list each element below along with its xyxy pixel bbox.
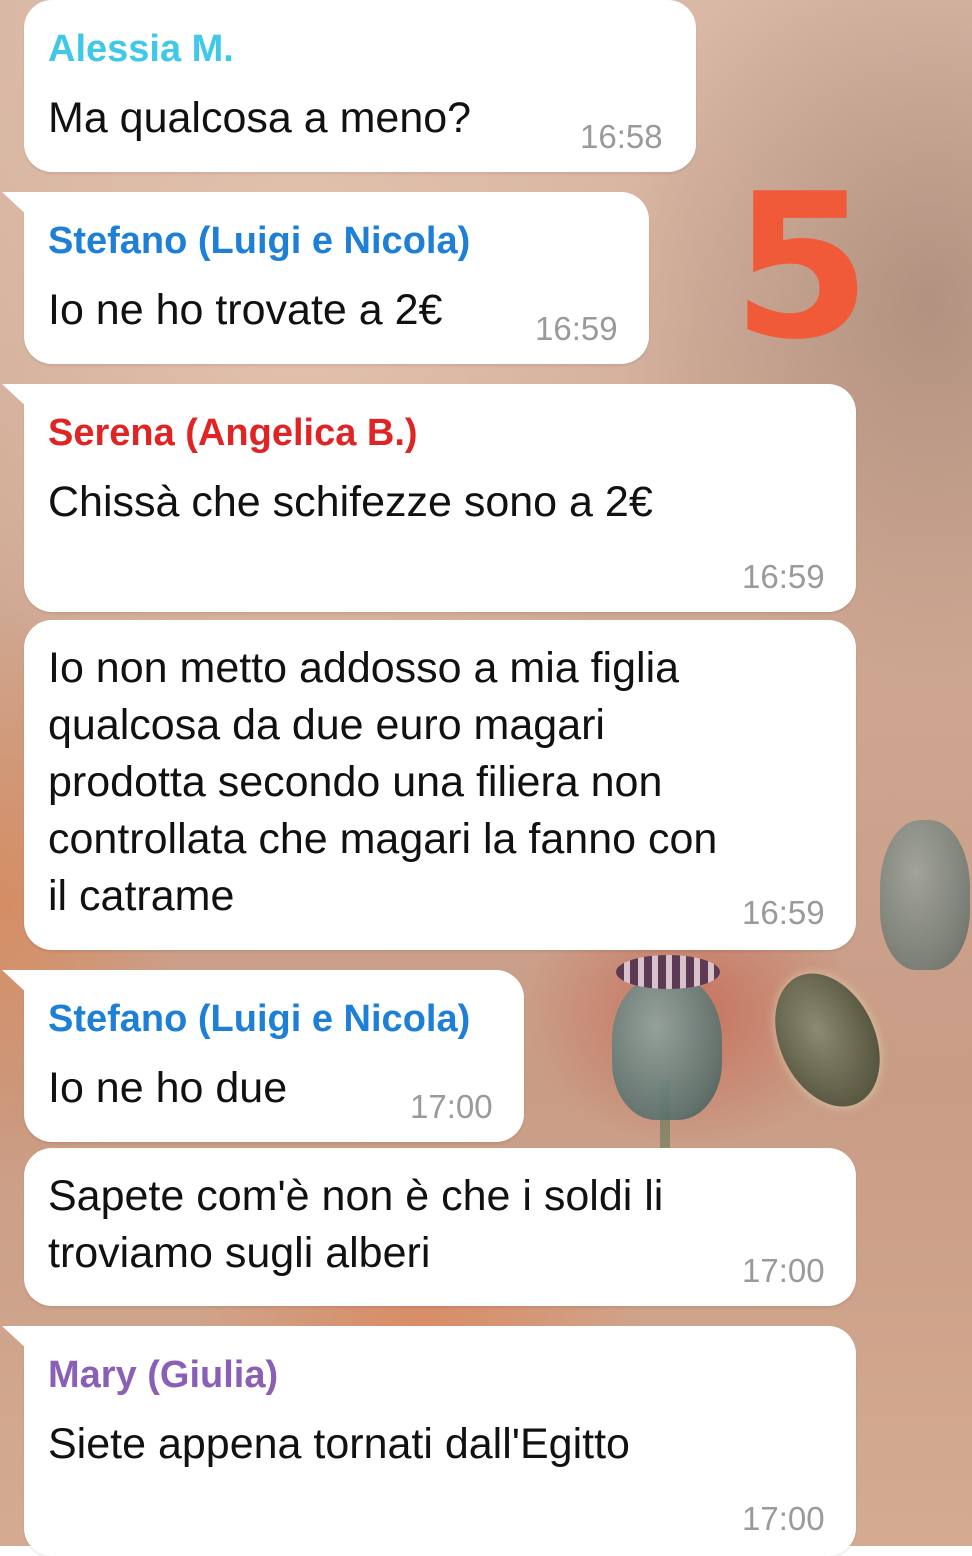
message-timestamp: 17:00 (410, 1088, 493, 1125)
wallpaper-poppy-pod-cap (616, 955, 720, 989)
message-text: Chissà che schifezze sono a 2€ (48, 478, 653, 526)
message-timestamp: 16:59 (742, 894, 825, 931)
message-bubble[interactable]: Io non metto addosso a mia figlia qualco… (24, 620, 856, 950)
message-sender[interactable]: Serena (Angelica B.) (48, 412, 418, 455)
handwritten-number-sticker: 5 (732, 151, 872, 384)
message-text: Io non metto addosso a mia figlia qualco… (48, 644, 718, 920)
message-bubble[interactable]: Serena (Angelica B.) Chissà che schifezz… (2, 384, 856, 612)
message-sender[interactable]: Stefano (Luigi e Nicola) (48, 220, 470, 263)
message-bubble[interactable]: Alessia M. Ma qualcosa a meno? 16:58 (24, 0, 696, 172)
message-bubble[interactable]: Sapete com'è non è che i soldi li trovia… (24, 1148, 856, 1306)
wallpaper-poppy-bud (754, 956, 901, 1124)
wallpaper-poppy-pod-right (880, 820, 970, 970)
message-text: Siete appena tornati dall'Egitto (48, 1420, 630, 1468)
message-timestamp: 16:58 (580, 118, 663, 155)
message-timestamp: 16:59 (535, 310, 618, 347)
message-bubble[interactable]: Mary (Giulia) Siete appena tornati dall'… (2, 1326, 856, 1556)
message-sender[interactable]: Alessia M. (48, 28, 234, 71)
message-bubble[interactable]: Stefano (Luigi e Nicola) Io ne ho due 17… (2, 970, 524, 1142)
message-text: Sapete com'è non è che i soldi li trovia… (48, 1172, 664, 1277)
message-timestamp: 17:00 (742, 1252, 825, 1289)
message-sender[interactable]: Mary (Giulia) (48, 1354, 278, 1397)
message-timestamp: 17:00 (742, 1500, 825, 1537)
message-sender[interactable]: Stefano (Luigi e Nicola) (48, 998, 470, 1041)
wallpaper-poppy-pod (612, 975, 722, 1120)
message-bubble[interactable]: Stefano (Luigi e Nicola) Io ne ho trovat… (2, 192, 649, 364)
message-text: Io ne ho due (48, 1064, 288, 1112)
message-text: Io ne ho trovate a 2€ (48, 286, 443, 334)
message-timestamp: 16:59 (742, 558, 825, 595)
message-text: Ma qualcosa a meno? (48, 94, 472, 142)
